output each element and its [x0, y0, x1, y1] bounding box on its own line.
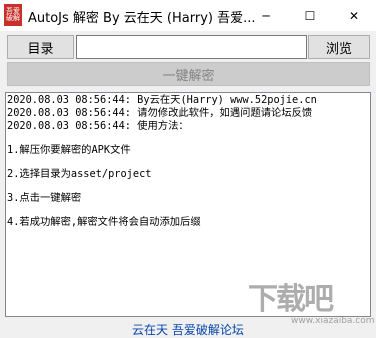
close-icon: ✕ — [348, 8, 360, 23]
watermark-url: www.xiazaiba.com — [291, 316, 375, 326]
app-icon-label: 吾爱破解 — [6, 7, 20, 22]
browse-button[interactable]: 浏览 — [308, 35, 370, 59]
maximize-button[interactable]: ☐ — [288, 0, 332, 31]
log-spacer — [7, 181, 370, 192]
log-spacer — [7, 205, 370, 216]
one-click-decrypt-button[interactable]: 一键解密 — [7, 62, 370, 86]
watermark: 下载吧 www.xiazaiba.com — [238, 276, 375, 336]
window-title: AutoJs 解密 By 云在天 (Harry) 吾爱... — [28, 11, 256, 26]
log-line: 2020.08.03 08:56:44: 使用方法： — [7, 120, 189, 132]
log-line: 2.选择目录为asset/project — [7, 168, 152, 180]
watermark-text: 下载吧 — [248, 282, 334, 317]
minimize-icon: ─ — [262, 8, 270, 23]
log-line: 4.若成功解密,解密文件将会自动添加后缀 — [7, 216, 201, 228]
title-bar: 吾爱破解 AutoJs 解密 By 云在天 (Harry) 吾爱... ─ ☐ … — [0, 0, 376, 31]
log-line: 1.解压你要解密的APK文件 — [7, 144, 131, 156]
log-line: 3.点击一键解密 — [7, 192, 82, 204]
minimize-button[interactable]: ─ — [244, 0, 288, 31]
log-spacer — [7, 157, 370, 168]
forum-link[interactable]: 云在天 吾爱破解论坛 — [132, 321, 244, 338]
maximize-icon: ☐ — [304, 8, 316, 23]
directory-button[interactable]: 目录 — [7, 35, 74, 59]
log-line: 2020.08.03 08:56:44: By云在天(Harry) www.52… — [7, 94, 317, 106]
close-button[interactable]: ✕ — [332, 0, 376, 31]
log-line: 2020.08.03 08:56:44: 请勿修改此软件，如遇问题请论坛反馈 — [7, 107, 313, 119]
log-spacer — [7, 133, 370, 144]
directory-path-input[interactable] — [76, 35, 307, 59]
app-icon: 吾爱破解 — [4, 4, 22, 26]
